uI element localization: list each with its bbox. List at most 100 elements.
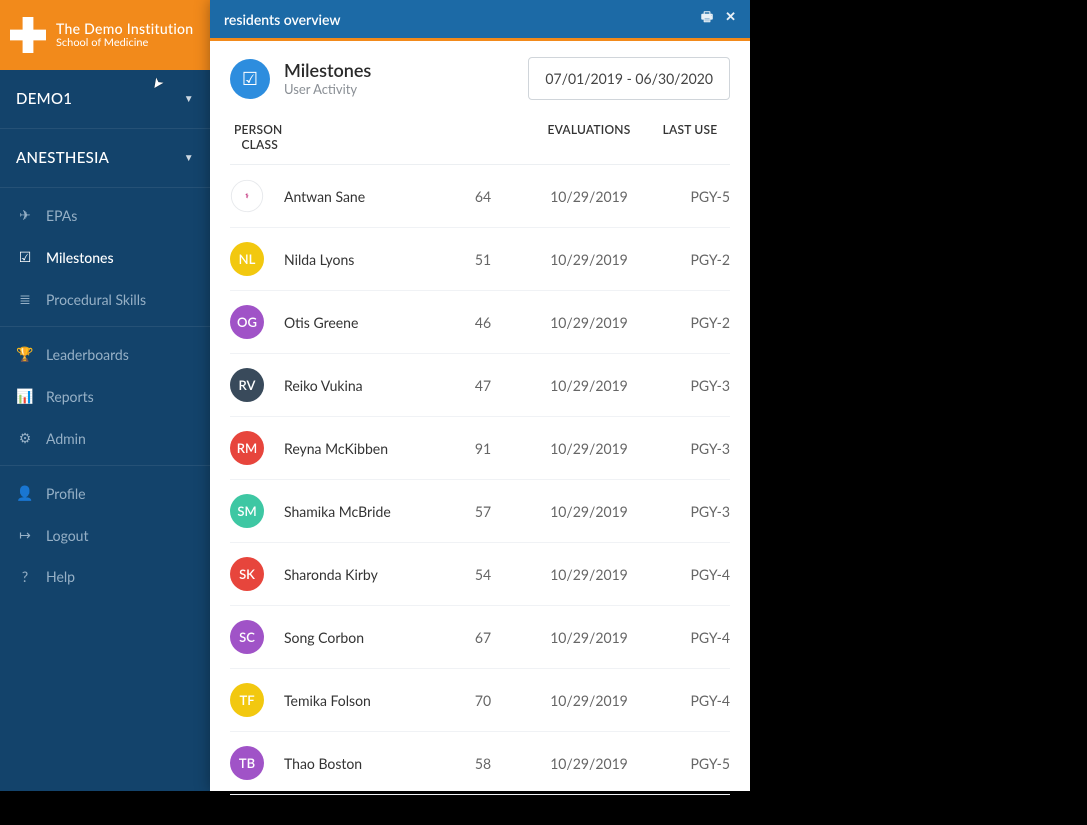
avatar: SK (230, 557, 264, 591)
sidebar-item-admin[interactable]: ⚙ Admin (0, 417, 210, 459)
avatar: TB (230, 746, 264, 780)
table-row[interactable]: ⚕Antwan Sane6410/29/2019PGY-5 (230, 165, 730, 228)
class-level: PGY-4 (650, 692, 730, 709)
program-dropdown-label: ANESTHESIA (16, 149, 109, 167)
evaluations-count: 91 (438, 440, 528, 457)
sidebar-item-leaderboards[interactable]: 🏆 Leaderboards (0, 333, 210, 375)
last-use-date: 10/29/2019 (534, 755, 644, 772)
table-row[interactable]: OGOtis Greene4610/29/2019PGY-2 (230, 291, 730, 354)
profile-icon: 👤 (16, 484, 34, 502)
person-name: Thao Boston (284, 755, 432, 772)
table-row[interactable]: RVReiko Vukina4710/29/2019PGY-3 (230, 354, 730, 417)
brand-logo-icon (10, 17, 46, 53)
brand-subtitle: School of Medicine (56, 37, 193, 50)
brand-title: The Demo Institution (56, 21, 193, 37)
table-row[interactable]: NL Nilda Lyons 51 10/29/2019 PGY-2 (230, 228, 730, 291)
last-use-date: 10/29/2019 (534, 251, 644, 268)
sidebar-item-epas[interactable]: ✈ EPAs (0, 194, 210, 236)
program-dropdown-anesthesia[interactable]: ANESTHESIA ▼ (0, 129, 210, 187)
evaluations-count: 70 (438, 692, 528, 709)
milestones-title: Milestones (284, 60, 371, 82)
evaluations-count: 64 (438, 188, 528, 205)
person-name: Song Corbon (284, 629, 432, 646)
th-last-use[interactable]: LAST USE (650, 122, 730, 137)
table-header: PERSON EVALUATIONS LAST USE CLASS (230, 110, 730, 165)
class-level: PGY-2 (650, 251, 730, 268)
sidebar-item-label: Help (46, 568, 75, 585)
sidebar-item-procedural-skills[interactable]: ≣Procedural Skills (0, 278, 210, 320)
th-class[interactable]: CLASS (230, 137, 278, 152)
date-range-picker[interactable]: 07/01/2019 - 06/30/2020 (528, 57, 730, 100)
context-dropdown-label: DEMO1 (16, 90, 72, 108)
logout-icon: ↦ (16, 526, 34, 544)
last-use-date: 10/29/2019 (534, 629, 644, 646)
sidebar-nav-group: ✈ EPAs ☑ Milestones ≣Procedural Skills (0, 188, 210, 327)
table-row[interactable]: RM Reyna McKibben 91 10/29/2019 PGY-3 (230, 417, 730, 480)
sidebar-item-profile[interactable]: 👤 Profile (0, 472, 210, 514)
milestones-subtitle: User Activity (284, 82, 371, 98)
avatar: SM (230, 494, 264, 528)
milestones-icon: ☑ (16, 248, 34, 266)
sidebar: The Demo Institution School of Medicine … (0, 0, 210, 791)
class-level: PGY-3 (650, 377, 730, 394)
table-row[interactable]: SC Song Corbon 67 10/29/2019 PGY-4 (230, 606, 730, 669)
residents-overview-panel: residents overview 🖶 ✕ ☑ Milestones User… (210, 0, 750, 791)
avatar: NL (230, 242, 264, 276)
sidebar-item-label: Admin (46, 430, 86, 447)
class-level: PGY-4 (650, 629, 730, 646)
table-row[interactable]: TBThao Boston5810/29/2019PGY-5 (230, 732, 730, 795)
person-name: Sharonda Kirby (284, 566, 432, 583)
table-row[interactable]: TFTemika Folson7010/29/2019PGY-4 (230, 669, 730, 732)
reports-icon: 📊 (16, 387, 34, 405)
person-name: Otis Greene (284, 314, 432, 331)
sidebar-item-logout[interactable]: ↦ Logout (0, 514, 210, 556)
table-row[interactable]: SKSharonda Kirby5410/29/2019PGY-4 (230, 543, 730, 606)
person-name: Reiko Vukina (284, 377, 432, 394)
sidebar-item-label: Profile (46, 485, 86, 502)
sidebar-item-reports[interactable]: 📊 Reports (0, 375, 210, 417)
last-use-date: 10/29/2019 (534, 692, 644, 709)
class-level: PGY-4 (650, 566, 730, 583)
person-name: Antwan Sane (284, 188, 432, 205)
chevron-down-icon: ▼ (184, 152, 194, 164)
sidebar-item-label: EPAs (46, 207, 77, 224)
leaderboards-icon: 🏆 (16, 345, 34, 363)
admin-icon: ⚙ (16, 429, 34, 447)
class-level: PGY-3 (650, 503, 730, 520)
close-icon[interactable]: ✕ (725, 8, 736, 30)
table-row[interactable]: SM Shamika McBride 57 10/29/2019 PGY-3 (230, 480, 730, 543)
evaluations-count: 57 (438, 503, 528, 520)
avatar: SC (230, 620, 264, 654)
person-name: Nilda Lyons (284, 251, 432, 268)
last-use-date: 10/29/2019 (534, 503, 644, 520)
evaluations-count: 67 (438, 629, 528, 646)
person-name: Shamika McBride (284, 503, 432, 520)
class-level: PGY-5 (650, 755, 730, 772)
residents-table: PERSON EVALUATIONS LAST USE CLASS ⚕Antwa… (210, 110, 750, 825)
sidebar-item-label: Reports (46, 388, 94, 405)
last-use-date: 10/29/2019 (534, 314, 644, 331)
avatar: RM (230, 431, 264, 465)
sidebar-item-milestones[interactable]: ☑ Milestones (0, 236, 210, 278)
class-level: PGY-5 (650, 188, 730, 205)
person-name: Reyna McKibben (284, 440, 432, 457)
th-person[interactable]: PERSON (230, 122, 432, 137)
sidebar-item-help[interactable]: ? Help (0, 556, 210, 597)
th-evaluations[interactable]: EVALUATIONS (534, 122, 644, 137)
panel-subheader: ☑ Milestones User Activity 07/01/2019 - … (210, 41, 750, 110)
avatar: RV (230, 368, 264, 402)
evaluations-count: 51 (438, 251, 528, 268)
class-level: PGY-2 (650, 314, 730, 331)
sidebar-item-label: Milestones (46, 249, 114, 266)
sidebar-item-label: Leaderboards (46, 346, 129, 363)
class-level: PGY-3 (650, 440, 730, 457)
last-use-date: 10/29/2019 (534, 188, 644, 205)
help-icon: ? (16, 568, 34, 585)
sidebar-item-label: Logout (46, 527, 89, 544)
avatar: TF (230, 683, 264, 717)
last-use-date: 10/29/2019 (534, 440, 644, 457)
sidebar-account-group: 👤 Profile ↦ Logout? Help (0, 466, 210, 603)
epas-icon: ✈ (16, 206, 34, 224)
print-icon[interactable]: 🖶 (701, 8, 713, 30)
context-dropdown-demo[interactable]: DEMO1 ▼ (0, 70, 210, 128)
